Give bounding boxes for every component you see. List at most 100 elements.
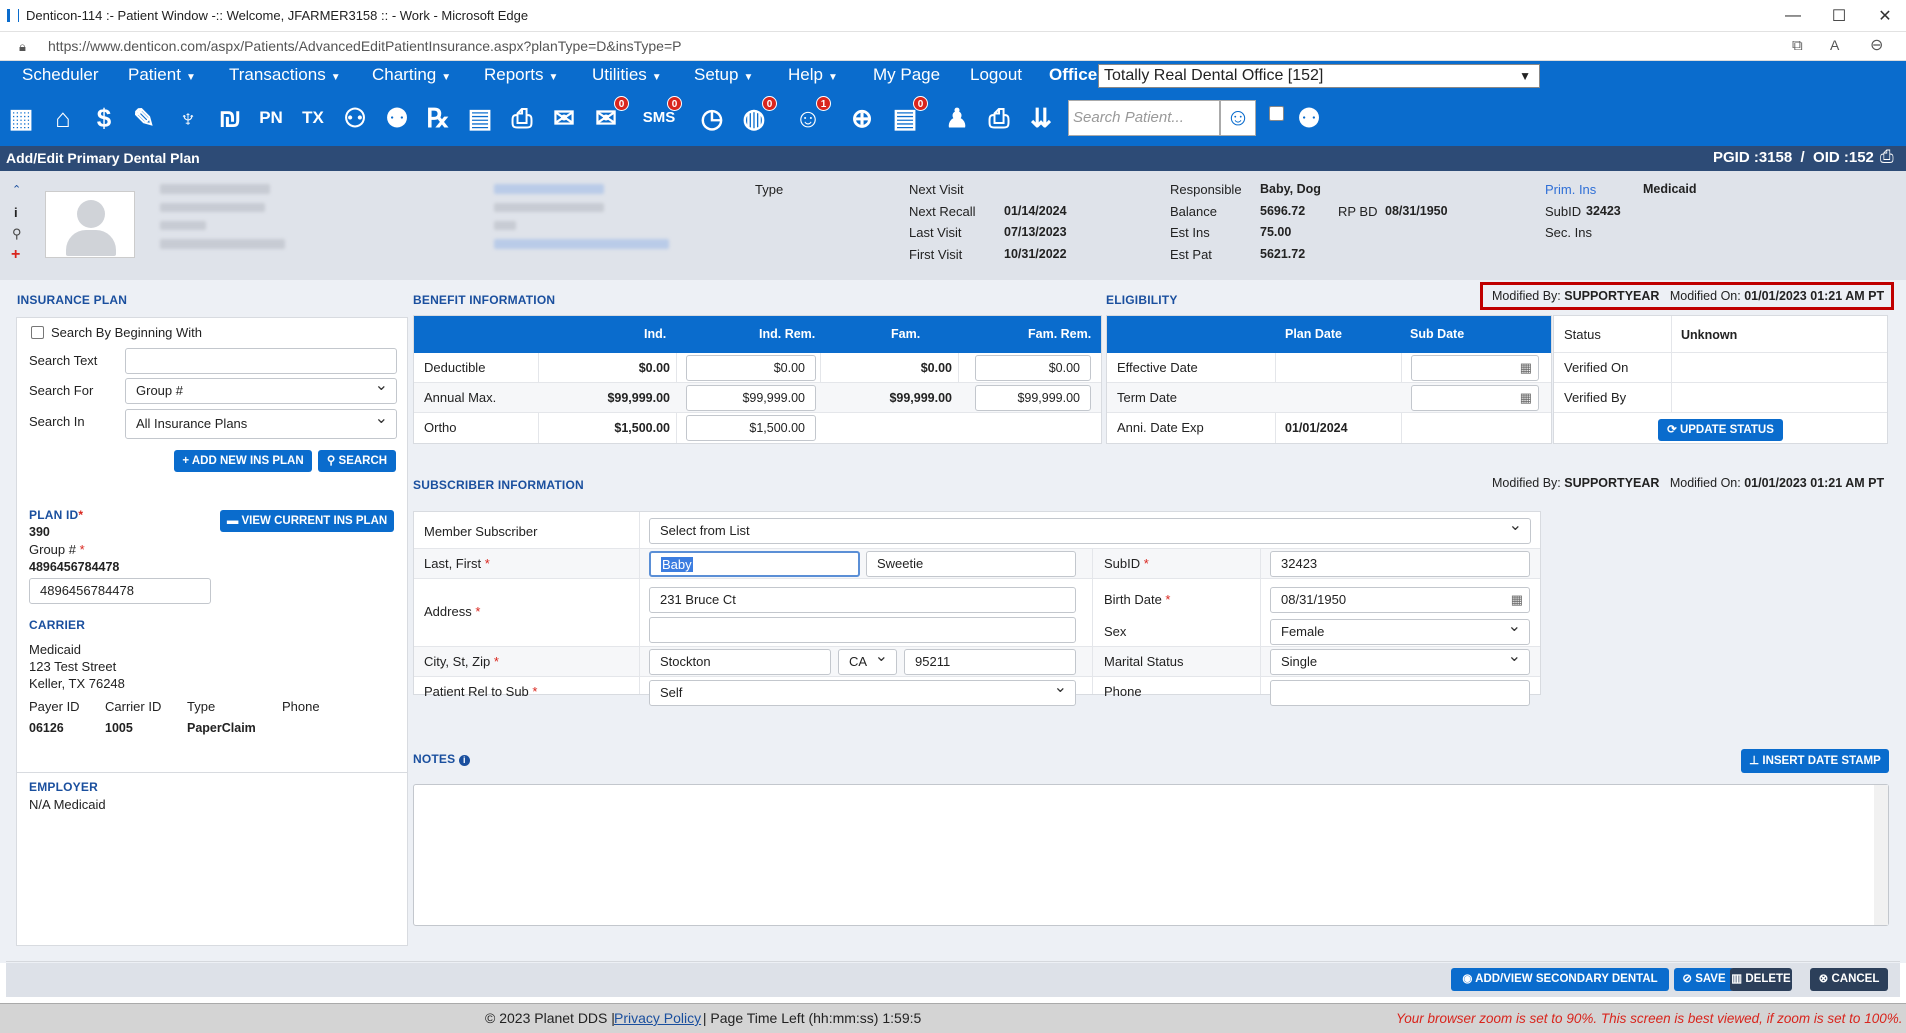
- group-input[interactable]: 4896456784478: [29, 578, 211, 604]
- patient-search-input[interactable]: Search Patient...: [1068, 100, 1220, 136]
- menu-reports[interactable]: Reports ▼: [484, 61, 558, 91]
- subscriber-phone-input[interactable]: [1270, 680, 1530, 706]
- prescription-icon[interactable]: ℞: [419, 98, 457, 138]
- birth-date-input[interactable]: 08/31/1950 ▦: [1270, 587, 1530, 613]
- globe-badge: 0: [762, 96, 777, 111]
- medical-alert-icon[interactable]: +: [11, 246, 20, 264]
- patient-photo[interactable]: [45, 191, 135, 258]
- tab-icon[interactable]: ⧉: [1792, 37, 1803, 54]
- ind-rem-input[interactable]: $1,500.00: [686, 415, 816, 441]
- search-option-checkbox[interactable]: [1269, 106, 1284, 121]
- search-text-input[interactable]: [125, 348, 397, 374]
- subid-input[interactable]: 32423: [1270, 551, 1530, 577]
- address-line2-input[interactable]: [649, 617, 1076, 643]
- collapse-up-icon[interactable]: ⌃: [12, 183, 21, 196]
- add-new-ins-plan-button[interactable]: + ADD NEW INS PLAN: [174, 450, 312, 472]
- address-line1-input[interactable]: 231 Bruce Ct: [649, 587, 1076, 613]
- read-aloud-icon[interactable]: A: [1830, 37, 1839, 53]
- maximize-icon[interactable]: ☐: [1816, 0, 1862, 32]
- notes-scrollbar[interactable]: [1874, 785, 1888, 925]
- clock-icon[interactable]: ◷: [693, 98, 731, 138]
- search-in-select[interactable]: All Insurance Plans: [125, 405, 397, 439]
- attachment-icon[interactable]: ⚲: [12, 226, 22, 242]
- minimize-icon[interactable]: —: [1770, 0, 1816, 32]
- url-text[interactable]: https://www.denticon.com/aspx/Patients/A…: [48, 38, 681, 54]
- menu-transactions[interactable]: Transactions ▼: [229, 61, 341, 91]
- calendar-icon[interactable]: ▦: [2, 98, 40, 138]
- globe-icon[interactable]: ◍ 0: [735, 96, 777, 138]
- add-view-secondary-dental-button[interactable]: ◉ ADD/VIEW SECONDARY DENTAL: [1451, 968, 1669, 991]
- sms-icon[interactable]: SMS 0: [640, 96, 682, 138]
- menu-logout[interactable]: Logout: [970, 61, 1022, 91]
- verified-on-label: Verified On: [1564, 360, 1629, 375]
- zoom-icon[interactable]: ⊖: [1870, 35, 1883, 55]
- menu-utilities[interactable]: Utilities ▼: [592, 61, 662, 91]
- fam-rem-input[interactable]: $99,999.00: [975, 385, 1091, 411]
- edit-icon[interactable]: ✎: [125, 98, 163, 138]
- close-icon[interactable]: ✕: [1862, 0, 1906, 32]
- address-bar[interactable]: 🔒︎ https://www.denticon.com/aspx/Patient…: [0, 32, 1906, 61]
- treatment-icon[interactable]: TX: [294, 98, 332, 138]
- home-icon[interactable]: ⌂: [44, 98, 82, 138]
- effective-sub-date-input[interactable]: ▦: [1411, 355, 1539, 381]
- people-search-icon[interactable]: ⚉: [1290, 98, 1328, 138]
- menu-my-page[interactable]: My Page: [873, 61, 940, 91]
- tooth-icon[interactable]: ♆: [169, 98, 207, 138]
- info-icon[interactable]: i: [458, 755, 470, 766]
- user-search-icon[interactable]: ☺: [1220, 100, 1256, 136]
- search-for-select[interactable]: Group #: [125, 374, 397, 404]
- printer-icon[interactable]: ⎙: [980, 98, 1018, 138]
- mail-icon[interactable]: ✉: [545, 98, 583, 138]
- state-select[interactable]: CA: [838, 645, 897, 675]
- info-icon[interactable]: i: [14, 205, 18, 220]
- task-icon[interactable]: ▤ 0: [886, 96, 928, 138]
- menu-help[interactable]: Help ▼: [788, 61, 838, 91]
- first-name-input[interactable]: Sweetie: [866, 551, 1076, 577]
- member-subscriber-select[interactable]: Select from List: [649, 514, 1531, 544]
- add-patient-icon[interactable]: ⚇: [336, 98, 374, 138]
- family-add-icon[interactable]: ⚉: [378, 98, 416, 138]
- zip-input[interactable]: 95211: [904, 649, 1076, 675]
- teeth-chart-icon[interactable]: ₪: [211, 98, 249, 138]
- cancel-button[interactable]: ⊗ CANCEL: [1810, 968, 1888, 991]
- notes-textarea[interactable]: [413, 784, 1889, 926]
- menu-charting[interactable]: Charting ▼: [372, 61, 451, 91]
- term-sub-date-input[interactable]: ▦: [1411, 385, 1539, 411]
- prim-ins-link[interactable]: Prim. Ins: [1545, 182, 1596, 197]
- menu-scheduler[interactable]: Scheduler: [22, 61, 99, 91]
- city-input[interactable]: Stockton: [649, 649, 831, 675]
- fam-rem-input[interactable]: $0.00: [975, 355, 1091, 381]
- anni-date-label: Anni. Date Exp: [1117, 420, 1204, 435]
- insert-date-stamp-button[interactable]: ⊥ INSERT DATE STAMP: [1741, 749, 1889, 773]
- menu-patient[interactable]: Patient ▼: [128, 61, 196, 91]
- support-icon[interactable]: ☺ 1: [789, 96, 831, 138]
- delete-button[interactable]: ▥ DELETE: [1730, 968, 1792, 991]
- save-button[interactable]: ⊘ SAVE: [1674, 968, 1734, 991]
- calendar-icon[interactable]: ▦: [1520, 386, 1532, 410]
- patient-rel-select[interactable]: Self: [649, 676, 1076, 706]
- search-button[interactable]: ⚲ SEARCH: [318, 450, 396, 472]
- scan-icon[interactable]: ⎙: [503, 98, 541, 138]
- calendar-icon[interactable]: ▦: [1520, 356, 1532, 380]
- collapse-icon[interactable]: ⇊: [1022, 98, 1060, 138]
- plan-id-label-text: PLAN ID: [29, 508, 79, 522]
- marital-status-select[interactable]: Single: [1270, 645, 1530, 675]
- web-icon[interactable]: ⊕: [843, 98, 881, 138]
- view-current-ins-plan-button[interactable]: ▬ VIEW CURRENT INS PLAN: [220, 510, 394, 532]
- menu-setup[interactable]: Setup ▼: [694, 61, 753, 91]
- sex-select[interactable]: Female: [1270, 615, 1530, 645]
- update-status-button[interactable]: ⟳ UPDATE STATUS: [1658, 419, 1783, 441]
- search-beginning-checkbox[interactable]: [31, 326, 44, 339]
- group-icon[interactable]: ♟: [938, 98, 976, 138]
- last-name-input[interactable]: Baby: [649, 551, 860, 577]
- office-select[interactable]: Totally Real Dental Office [152] ▼: [1098, 64, 1540, 88]
- calendar-icon[interactable]: ▦: [1511, 588, 1523, 612]
- privacy-policy-link[interactable]: Privacy Policy: [614, 1004, 701, 1033]
- document-icon[interactable]: ▤: [461, 98, 499, 138]
- dollar-icon[interactable]: $: [85, 98, 123, 138]
- ind-rem-input[interactable]: $0.00: [686, 355, 816, 381]
- message-icon[interactable]: ✉ 0: [587, 96, 629, 138]
- progress-notes-icon[interactable]: PN: [252, 98, 290, 138]
- ind-rem-input[interactable]: $99,999.00: [686, 385, 816, 411]
- print-icon[interactable]: ⎙: [1880, 147, 1894, 167]
